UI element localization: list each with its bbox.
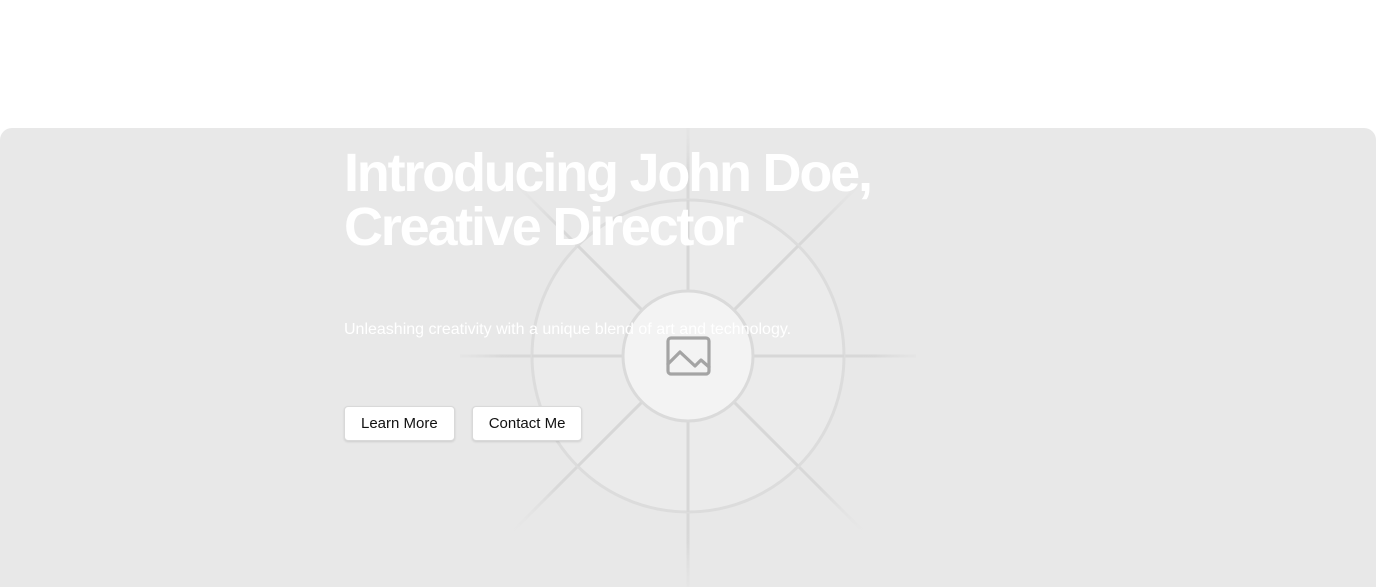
hero-title-line-1: Introducing John Doe, [344,143,873,203]
hero-actions: Learn More Contact Me [344,406,583,441]
learn-more-button[interactable]: Learn More [344,406,455,441]
placeholder-inner-circle [621,289,755,423]
hero-subtitle: Unleashing creativity with a unique blen… [344,321,792,338]
page: Introducing John Doe, Creative Director … [0,0,1376,587]
hero-section: Introducing John Doe, Creative Director … [0,128,1376,587]
hero-title: Introducing John Doe, Creative Director [344,146,1044,254]
contact-me-button[interactable]: Contact Me [471,406,583,441]
hero-title-line-2: Creative Director [344,197,744,257]
